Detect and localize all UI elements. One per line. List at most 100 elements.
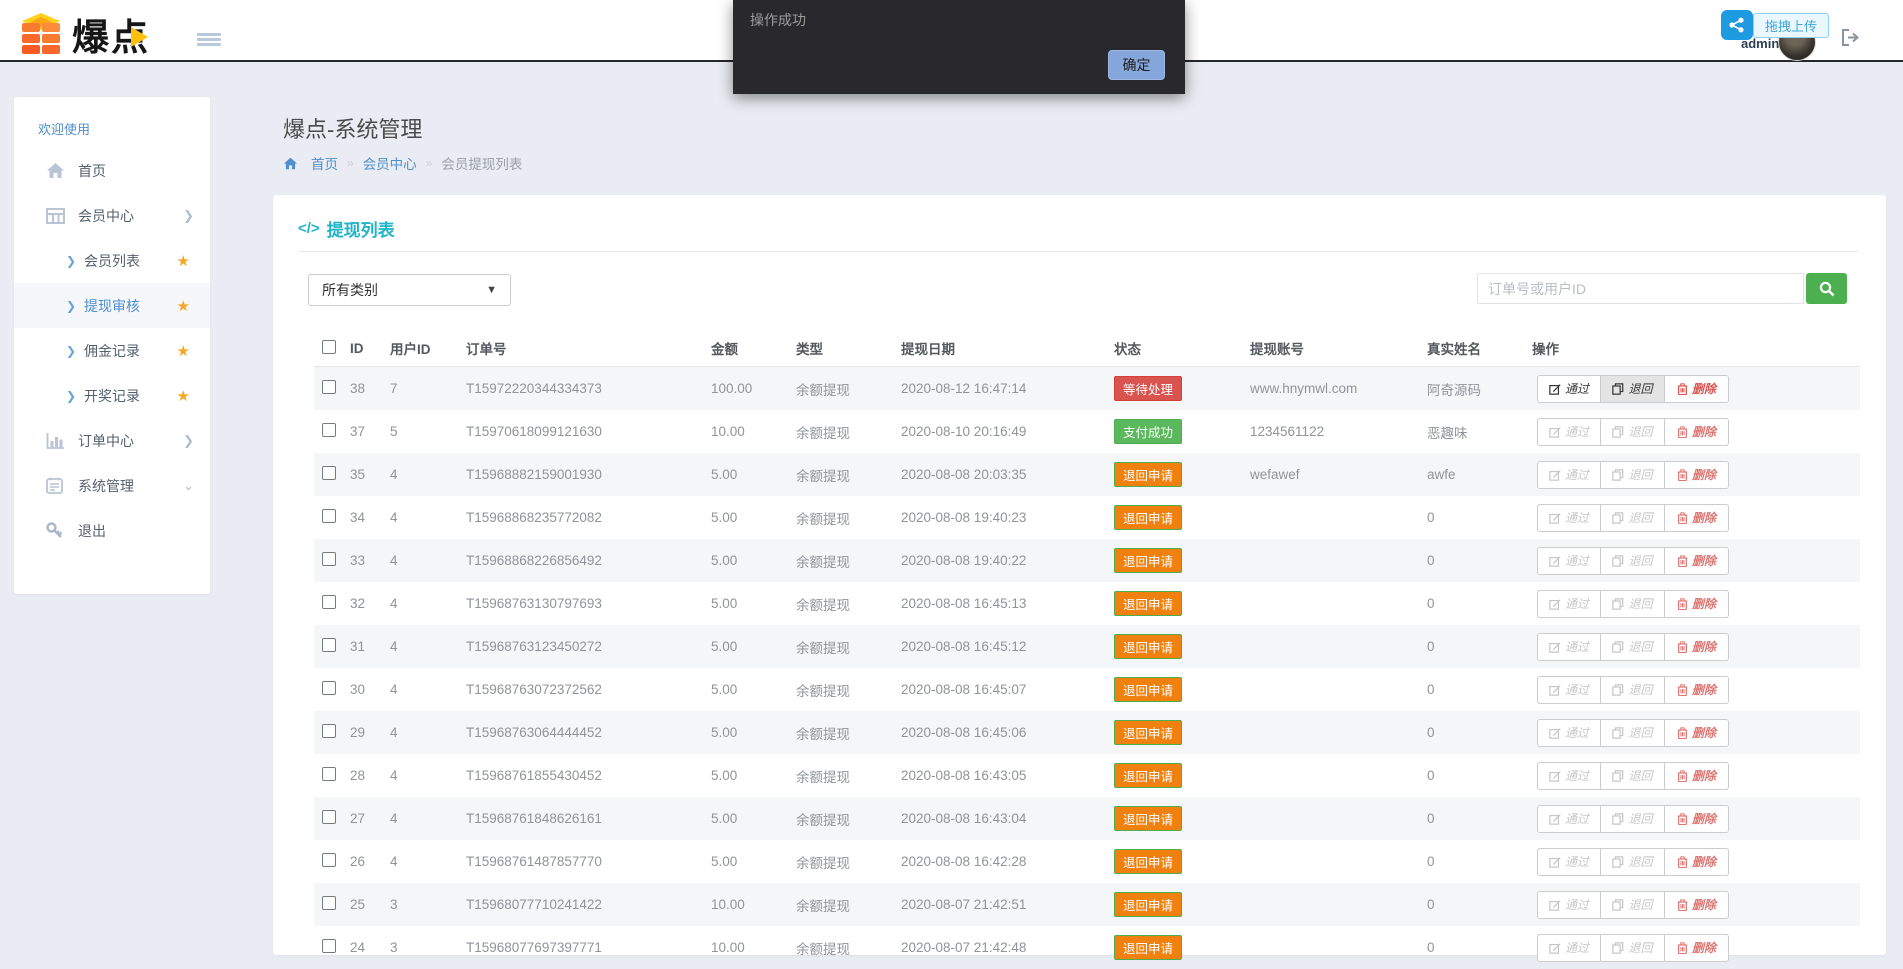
sidebar-item-开奖记录[interactable]: ❯开奖记录★ (14, 373, 210, 418)
sidebar-item-退出[interactable]: 退出 (14, 508, 210, 553)
breadcrumb-item[interactable]: 会员中心 (363, 153, 417, 173)
approve-button[interactable]: 通过 (1537, 848, 1601, 876)
search-button[interactable] (1806, 273, 1847, 304)
cell-type: 余额提现 (796, 680, 901, 700)
delete-button[interactable]: 删除 (1665, 418, 1729, 446)
drag-upload-button[interactable]: 拖拽上传 (1753, 13, 1829, 38)
cell-user-id: 4 (390, 768, 466, 783)
table-row: 29 4 T15968763064444452 5.00 余额提现 2020-0… (314, 711, 1860, 754)
delete-button[interactable]: 删除 (1665, 547, 1729, 575)
row-checkbox[interactable] (322, 939, 336, 953)
delete-button[interactable]: 删除 (1665, 848, 1729, 876)
share-icon[interactable] (1721, 10, 1753, 40)
row-checkbox[interactable] (322, 380, 336, 394)
cell-type: 余额提现 (796, 508, 901, 528)
cell-order-no: T15970618099121630 (466, 424, 711, 439)
approve-button[interactable]: 通过 (1537, 891, 1601, 919)
cell-order-no: T15968868235772082 (466, 510, 711, 525)
sidebar-item-系统管理[interactable]: 系统管理⌄ (14, 463, 210, 508)
row-checkbox[interactable] (322, 681, 336, 695)
approve-button[interactable]: 通过 (1537, 762, 1601, 790)
row-checkbox[interactable] (322, 509, 336, 523)
approve-button[interactable]: 通过 (1537, 461, 1601, 489)
delete-button[interactable]: 删除 (1665, 504, 1729, 532)
cell-date: 2020-08-08 16:45:12 (901, 639, 1114, 654)
row-checkbox[interactable] (322, 724, 336, 738)
row-checkbox[interactable] (322, 810, 336, 824)
delete-button[interactable]: 删除 (1665, 676, 1729, 704)
delete-button[interactable]: 删除 (1665, 633, 1729, 661)
row-checkbox[interactable] (322, 896, 336, 910)
delete-button[interactable]: 删除 (1665, 891, 1729, 919)
sidebar-item-label: 会员列表 (84, 251, 140, 271)
delete-button[interactable]: 删除 (1665, 805, 1729, 833)
status-badge: 退回申请 (1114, 548, 1182, 573)
approve-button[interactable]: 通过 (1537, 375, 1601, 403)
return-button[interactable]: 退回 (1601, 418, 1665, 446)
panel-title: </> 提现列表 (298, 216, 395, 241)
cell-date: 2020-08-12 16:47:14 (901, 381, 1114, 396)
row-checkbox[interactable] (322, 595, 336, 609)
approve-button[interactable]: 通过 (1537, 418, 1601, 446)
sidebar-item-佣金记录[interactable]: ❯佣金记录★ (14, 328, 210, 373)
breadcrumb-separator: » (426, 156, 433, 170)
cell-realname: 0 (1427, 553, 1532, 568)
row-checkbox[interactable] (322, 767, 336, 781)
brand-logo[interactable]: 爆点 (18, 7, 150, 61)
row-checkbox[interactable] (322, 423, 336, 437)
cell-type: 余额提现 (796, 551, 901, 571)
return-button[interactable]: 退回 (1601, 461, 1665, 489)
approve-button[interactable]: 通过 (1537, 676, 1601, 704)
return-button[interactable]: 退回 (1601, 375, 1665, 403)
return-button[interactable]: 退回 (1601, 676, 1665, 704)
delete-button[interactable]: 删除 (1665, 719, 1729, 747)
sidebar-item-会员列表[interactable]: ❯会员列表★ (14, 238, 210, 283)
approve-button[interactable]: 通过 (1537, 633, 1601, 661)
breadcrumb-item[interactable]: 首页 (311, 153, 338, 173)
delete-button[interactable]: 删除 (1665, 461, 1729, 489)
return-button[interactable]: 退回 (1601, 848, 1665, 876)
sidebar-item-首页[interactable]: 首页 (14, 148, 210, 193)
return-button[interactable]: 退回 (1601, 504, 1665, 532)
sidebar-item-订单中心[interactable]: 订单中心❯ (14, 418, 210, 463)
category-select[interactable]: 所有类别 ▼ (308, 274, 511, 306)
select-all-checkbox[interactable] (322, 340, 336, 354)
approve-button[interactable]: 通过 (1537, 719, 1601, 747)
row-checkbox[interactable] (322, 853, 336, 867)
table-row: 37 5 T15970618099121630 10.00 余额提现 2020-… (314, 410, 1860, 453)
approve-button[interactable]: 通过 (1537, 504, 1601, 532)
sidebar-item-会员中心[interactable]: 会员中心❯ (14, 193, 210, 238)
return-button[interactable]: 退回 (1601, 590, 1665, 618)
breadcrumb-separator: » (347, 156, 354, 170)
chart-icon (46, 433, 68, 449)
row-checkbox[interactable] (322, 466, 336, 480)
approve-button[interactable]: 通过 (1537, 805, 1601, 833)
return-button[interactable]: 退回 (1601, 762, 1665, 790)
logout-icon[interactable] (1841, 29, 1860, 46)
search-input[interactable] (1477, 273, 1804, 304)
delete-button[interactable]: 删除 (1665, 762, 1729, 790)
return-button[interactable]: 退回 (1601, 891, 1665, 919)
confirm-button[interactable]: 确定 (1108, 50, 1165, 80)
status-badge: 退回申请 (1114, 720, 1182, 745)
approve-button[interactable]: 通过 (1537, 590, 1601, 618)
return-button[interactable]: 退回 (1601, 547, 1665, 575)
status-badge: 退回申请 (1114, 806, 1182, 831)
cell-realname: 0 (1427, 897, 1532, 912)
withdraw-table: ID用户ID订单号金额类型提现日期状态提现账号真实姓名操作 38 7 T1597… (314, 330, 1860, 969)
status-badge: 等待处理 (1114, 376, 1182, 401)
status-badge: 退回申请 (1114, 935, 1182, 960)
row-checkbox[interactable] (322, 552, 336, 566)
table-row: 30 4 T15968763072372562 5.00 余额提现 2020-0… (314, 668, 1860, 711)
sidebar-item-提现审核[interactable]: ❯提现审核★ (14, 283, 210, 328)
return-button[interactable]: 退回 (1601, 805, 1665, 833)
chevron-right-icon: ❯ (183, 433, 194, 449)
delete-button[interactable]: 删除 (1665, 375, 1729, 403)
row-checkbox[interactable] (322, 638, 336, 652)
return-button[interactable]: 退回 (1601, 633, 1665, 661)
menu-list-icon[interactable] (197, 33, 221, 50)
return-button[interactable]: 退回 (1601, 719, 1665, 747)
approve-button[interactable]: 通过 (1537, 547, 1601, 575)
delete-button[interactable]: 删除 (1665, 590, 1729, 618)
copy-icon (1612, 641, 1624, 653)
